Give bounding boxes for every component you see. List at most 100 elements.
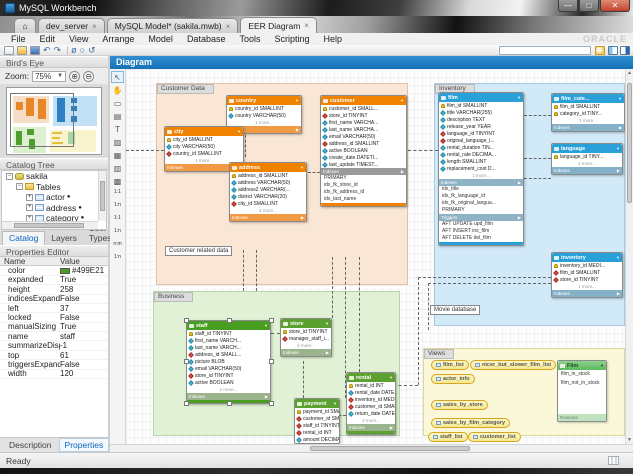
selection-handle[interactable] [269, 401, 274, 406]
collapse-arrow-icon[interactable]: ▼ [333, 401, 337, 406]
menu-help[interactable]: Help [317, 34, 350, 44]
column-row[interactable]: title VARCHAR(255) [439, 109, 523, 116]
property-row-indicesExpanded[interactable]: indicesExpandedFalse [0, 295, 108, 304]
column-row[interactable]: create_date DATETI... [321, 154, 406, 161]
section-item[interactable]: AFT DELETE del_film [439, 235, 523, 242]
collapse-arrow-icon[interactable]: ▼ [400, 98, 404, 103]
menu-model[interactable]: Model [141, 34, 180, 44]
column-row[interactable]: rental_id INT [295, 429, 339, 436]
expander-icon[interactable]: − [16, 183, 23, 190]
column-row[interactable]: first_name VARCH... [187, 337, 270, 344]
doc-tab-dev_server[interactable]: dev_server× [38, 18, 105, 33]
more-columns[interactable]: 2 more... [230, 207, 306, 214]
table-header[interactable]: inventory▼ [552, 253, 622, 262]
column-row[interactable]: manager_staff_i... [281, 335, 331, 342]
column-row[interactable]: length SMALLINT [439, 158, 523, 165]
view-tool-icon[interactable]: ▥ [111, 162, 124, 174]
view-sales_by_film_category[interactable]: sales_by_film_category [431, 418, 510, 428]
menu-tools[interactable]: Tools [232, 34, 267, 44]
close-button[interactable]: ✕ [600, 0, 630, 12]
column-row[interactable]: payment_id SMAL... [295, 408, 339, 415]
table-payment[interactable]: payment▼payment_id SMAL...customer_id SM… [294, 398, 340, 444]
section-triggers[interactable]: Triggers▶ [439, 214, 523, 221]
menu-file[interactable]: File [4, 34, 33, 44]
column-row[interactable]: address2 VARCHAR(... [230, 186, 306, 193]
table-inventory[interactable]: inventory▼inventory_id MEDI...film_id SM… [551, 252, 623, 298]
column-row[interactable]: email VARCHAR(50) [321, 133, 406, 140]
rel-1n-tool-icon[interactable]: 1:n [111, 227, 124, 239]
more-columns[interactable]: 1 more... [227, 119, 301, 126]
column-row[interactable]: film_id SMALLINT [439, 102, 523, 109]
doc-tab-EER[interactable]: EER Diagram× [240, 17, 317, 33]
view-sales_by_store[interactable]: sales_by_store [431, 400, 488, 410]
routine-item[interactable]: film_in_stock [558, 370, 606, 379]
expander-icon[interactable]: + [26, 204, 33, 211]
column-row[interactable]: film_id SMALLINT [552, 269, 622, 276]
property-row-height[interactable]: height258 [0, 285, 108, 294]
select-tool-icon[interactable]: ↖ [111, 71, 124, 83]
column-row[interactable]: release_year YEAR [439, 123, 523, 130]
selection-handle[interactable] [269, 359, 274, 364]
table-header[interactable]: film▼ [439, 93, 523, 102]
section-item[interactable]: idx_last_name [321, 196, 406, 203]
maximize-button[interactable]: □ [579, 0, 599, 12]
table-header[interactable]: rental▼ [347, 373, 395, 382]
layer-tool-icon[interactable]: ▤ [111, 110, 124, 122]
column-row[interactable]: rental_duration TIN... [439, 144, 523, 151]
column-row[interactable]: address_id SMALL... [187, 351, 270, 358]
column-row[interactable]: address_id SMALLINT [230, 172, 306, 179]
column-row[interactable]: language_id TINYINT [439, 130, 523, 137]
column-row[interactable]: active BOOLEAN [321, 147, 406, 154]
redo-icon[interactable]: ↷ [54, 46, 62, 55]
column-row[interactable]: rental_rate DECIMA... [439, 151, 523, 158]
zoom-out-icon[interactable]: ⊖ [83, 71, 94, 82]
collapse-arrow-icon[interactable]: ▼ [616, 146, 620, 151]
undo-icon[interactable]: ↶ [43, 46, 51, 55]
property-row-left[interactable]: left37 [0, 304, 108, 313]
minimize-button[interactable]: — [558, 0, 578, 12]
section-indexes[interactable]: Indexes▶ [281, 349, 331, 356]
menu-database[interactable]: Database [180, 34, 233, 44]
table-rental[interactable]: rental▼rental_id INTrental_date DATE...i… [346, 372, 396, 435]
column-row[interactable]: staff_id TINYINT [295, 422, 339, 429]
table-store[interactable]: store▼store_id TINYINTmanager_staff_i...… [280, 318, 332, 357]
section-indexes[interactable]: Indexes▶ [552, 167, 622, 174]
toggle-right-panel-icon[interactable] [620, 46, 630, 55]
table-language[interactable]: language▼language_id TINY...2 more...Ind… [551, 143, 623, 175]
hand-tool-icon[interactable]: ✋ [111, 84, 124, 96]
view-nicer_but_slower_film_list[interactable]: nicer_but_slower_film_list [470, 360, 556, 370]
column-row[interactable]: address_id SMALLINT [321, 140, 406, 147]
tree-table-address[interactable]: +address● [2, 203, 106, 214]
tree-folder-tables[interactable]: −Tables [2, 182, 106, 193]
section-indexes[interactable]: Indexes▶ [347, 424, 395, 431]
more-columns[interactable]: 2 more... [552, 160, 622, 167]
more-columns[interactable]: 1 more... [552, 283, 622, 290]
column-row[interactable]: first_name VARCHA... [321, 119, 406, 126]
table-customer[interactable]: customer▼customer_id SMALL...store_id TI… [320, 95, 407, 207]
column-row[interactable]: email VARCHAR(50) [187, 365, 270, 372]
rel-11-dashed-tool-icon[interactable]: 1:1 [111, 188, 124, 200]
column-row[interactable]: replacement_cost D... [439, 165, 523, 172]
menu-arrange[interactable]: Arrange [95, 34, 141, 44]
column-row[interactable]: country VARCHAR(50) [227, 112, 301, 119]
property-row-expanded[interactable]: expandedTrue [0, 276, 108, 285]
column-row[interactable]: customer_id SMALL... [321, 105, 406, 112]
save-model-icon[interactable] [30, 46, 40, 55]
routine-group-header[interactable]: Film▼ [558, 361, 606, 370]
selection-handle[interactable] [184, 359, 189, 364]
property-row-top[interactable]: top61 [0, 351, 108, 360]
tab-layers[interactable]: Layers [45, 232, 83, 245]
column-row[interactable]: address VARCHAR(50) [230, 179, 306, 186]
column-row[interactable]: customer_id SMAL... [347, 403, 395, 410]
column-row[interactable]: country_id SMALLINT [227, 105, 301, 112]
selection-handle[interactable] [227, 318, 232, 323]
section-item[interactable]: AFT INSERT ins_film [439, 228, 523, 235]
more-columns[interactable]: 2 more... [281, 342, 331, 349]
birds-eye-minimap[interactable] [6, 87, 102, 155]
table-header[interactable]: address▼ [230, 163, 306, 172]
column-row[interactable]: original_language_i... [439, 137, 523, 144]
expander-icon[interactable]: − [6, 173, 13, 180]
eraser-tool-icon[interactable]: ▭ [111, 97, 124, 109]
scroll-down-icon[interactable]: ▼ [626, 437, 633, 443]
image-tool-icon[interactable]: ▨ [111, 136, 124, 148]
